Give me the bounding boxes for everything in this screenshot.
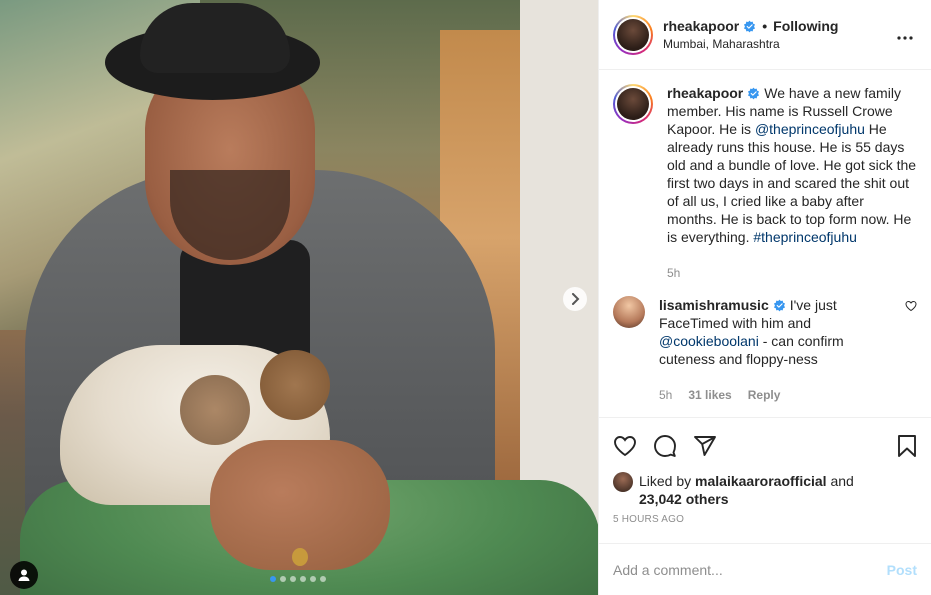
author-avatar[interactable] xyxy=(613,14,653,55)
carousel-dot xyxy=(300,576,306,582)
comment-likes[interactable]: 31 likes xyxy=(688,386,731,404)
comment-icon[interactable] xyxy=(653,434,677,458)
reply-button[interactable]: Reply xyxy=(748,386,781,404)
carousel-dot xyxy=(290,576,296,582)
photo-ring xyxy=(292,548,308,566)
verified-badge-icon xyxy=(773,299,785,312)
post-location[interactable]: Mumbai, Maharashtra xyxy=(663,37,893,51)
carousel-dot xyxy=(320,576,326,582)
author-username[interactable]: rheakapoor xyxy=(663,18,739,34)
photo-hat-crown xyxy=(140,3,290,73)
avatar-image xyxy=(617,18,649,51)
caption-body: rheakapoor We have a new family member. H… xyxy=(667,84,917,282)
photo-puppy-patch xyxy=(180,375,250,445)
post-header: rheakapoor • Following Mumbai, Maharasht… xyxy=(599,0,931,70)
user-tag-button[interactable] xyxy=(10,561,38,589)
caption-time[interactable]: 5h xyxy=(667,264,680,282)
action-icons xyxy=(613,426,919,466)
heart-icon[interactable] xyxy=(613,434,637,458)
caption: rheakapoor We have a new family member. H… xyxy=(613,84,917,282)
avatar-image xyxy=(617,88,649,120)
verified-badge-icon xyxy=(744,20,756,32)
liker-avatar[interactable] xyxy=(613,472,633,492)
carousel-dot xyxy=(280,576,286,582)
carousel-dot xyxy=(270,576,276,582)
instagram-post: rheakapoor • Following Mumbai, Maharasht… xyxy=(0,0,931,595)
separator-dot: • xyxy=(762,18,768,34)
post-photo[interactable] xyxy=(0,0,598,595)
verified-badge-icon xyxy=(748,87,760,100)
caption-hashtag-link[interactable]: #theprinceofjuhu xyxy=(753,229,857,245)
carousel-indicator xyxy=(270,576,326,582)
carousel-dot xyxy=(310,576,316,582)
post-actions: Liked by malaikaaroraofficial and 23,042… xyxy=(599,417,931,525)
header-text: rheakapoor • Following Mumbai, Maharasht… xyxy=(663,18,893,51)
commenter-avatar[interactable] xyxy=(613,296,645,328)
more-options-button[interactable] xyxy=(893,24,917,45)
more-options-icon xyxy=(897,36,913,40)
chevron-right-icon xyxy=(572,293,580,305)
add-comment-bar: Post xyxy=(599,543,931,595)
post-side-panel: rheakapoor • Following Mumbai, Maharasht… xyxy=(598,0,931,595)
share-icon[interactable] xyxy=(693,434,717,458)
comment-body: lisamishramusic I've just FaceTimed with … xyxy=(659,296,891,404)
likes-summary: Liked by malaikaaroraofficial and 23,042… xyxy=(613,472,919,508)
liked-by-prefix: Liked by xyxy=(639,473,696,489)
caption-avatar[interactable] xyxy=(613,84,653,124)
comment-like-heart-icon[interactable] xyxy=(905,300,917,312)
comment-mention-link[interactable]: @cookieboolani xyxy=(659,333,759,349)
comments-list: rheakapoor We have a new family member. H… xyxy=(599,70,931,417)
post-comment-button[interactable]: Post xyxy=(887,562,917,578)
bookmark-icon[interactable] xyxy=(895,434,919,458)
photo-puppy-ear xyxy=(260,350,330,420)
commenter-username[interactable]: lisamishramusic xyxy=(659,297,769,313)
liked-by-others[interactable]: 23,042 others xyxy=(639,491,729,507)
caption-text: He already runs this house. He is 55 day… xyxy=(667,121,917,245)
following-button[interactable]: Following xyxy=(773,18,838,34)
user-tag-icon xyxy=(18,569,30,581)
comment-item: lisamishramusic I've just FaceTimed with … xyxy=(613,296,917,404)
comment-input[interactable] xyxy=(613,561,887,578)
post-timestamp[interactable]: 5 HOURS AGO xyxy=(613,514,919,525)
caption-mention-link[interactable]: @theprinceofjuhu xyxy=(755,121,865,137)
caption-username[interactable]: rheakapoor xyxy=(667,85,743,101)
liked-by-user[interactable]: malaikaaroraofficial xyxy=(695,473,827,489)
carousel-next-button[interactable] xyxy=(563,287,587,311)
liked-by-and: and xyxy=(826,473,854,489)
comment-time[interactable]: 5h xyxy=(659,386,672,404)
